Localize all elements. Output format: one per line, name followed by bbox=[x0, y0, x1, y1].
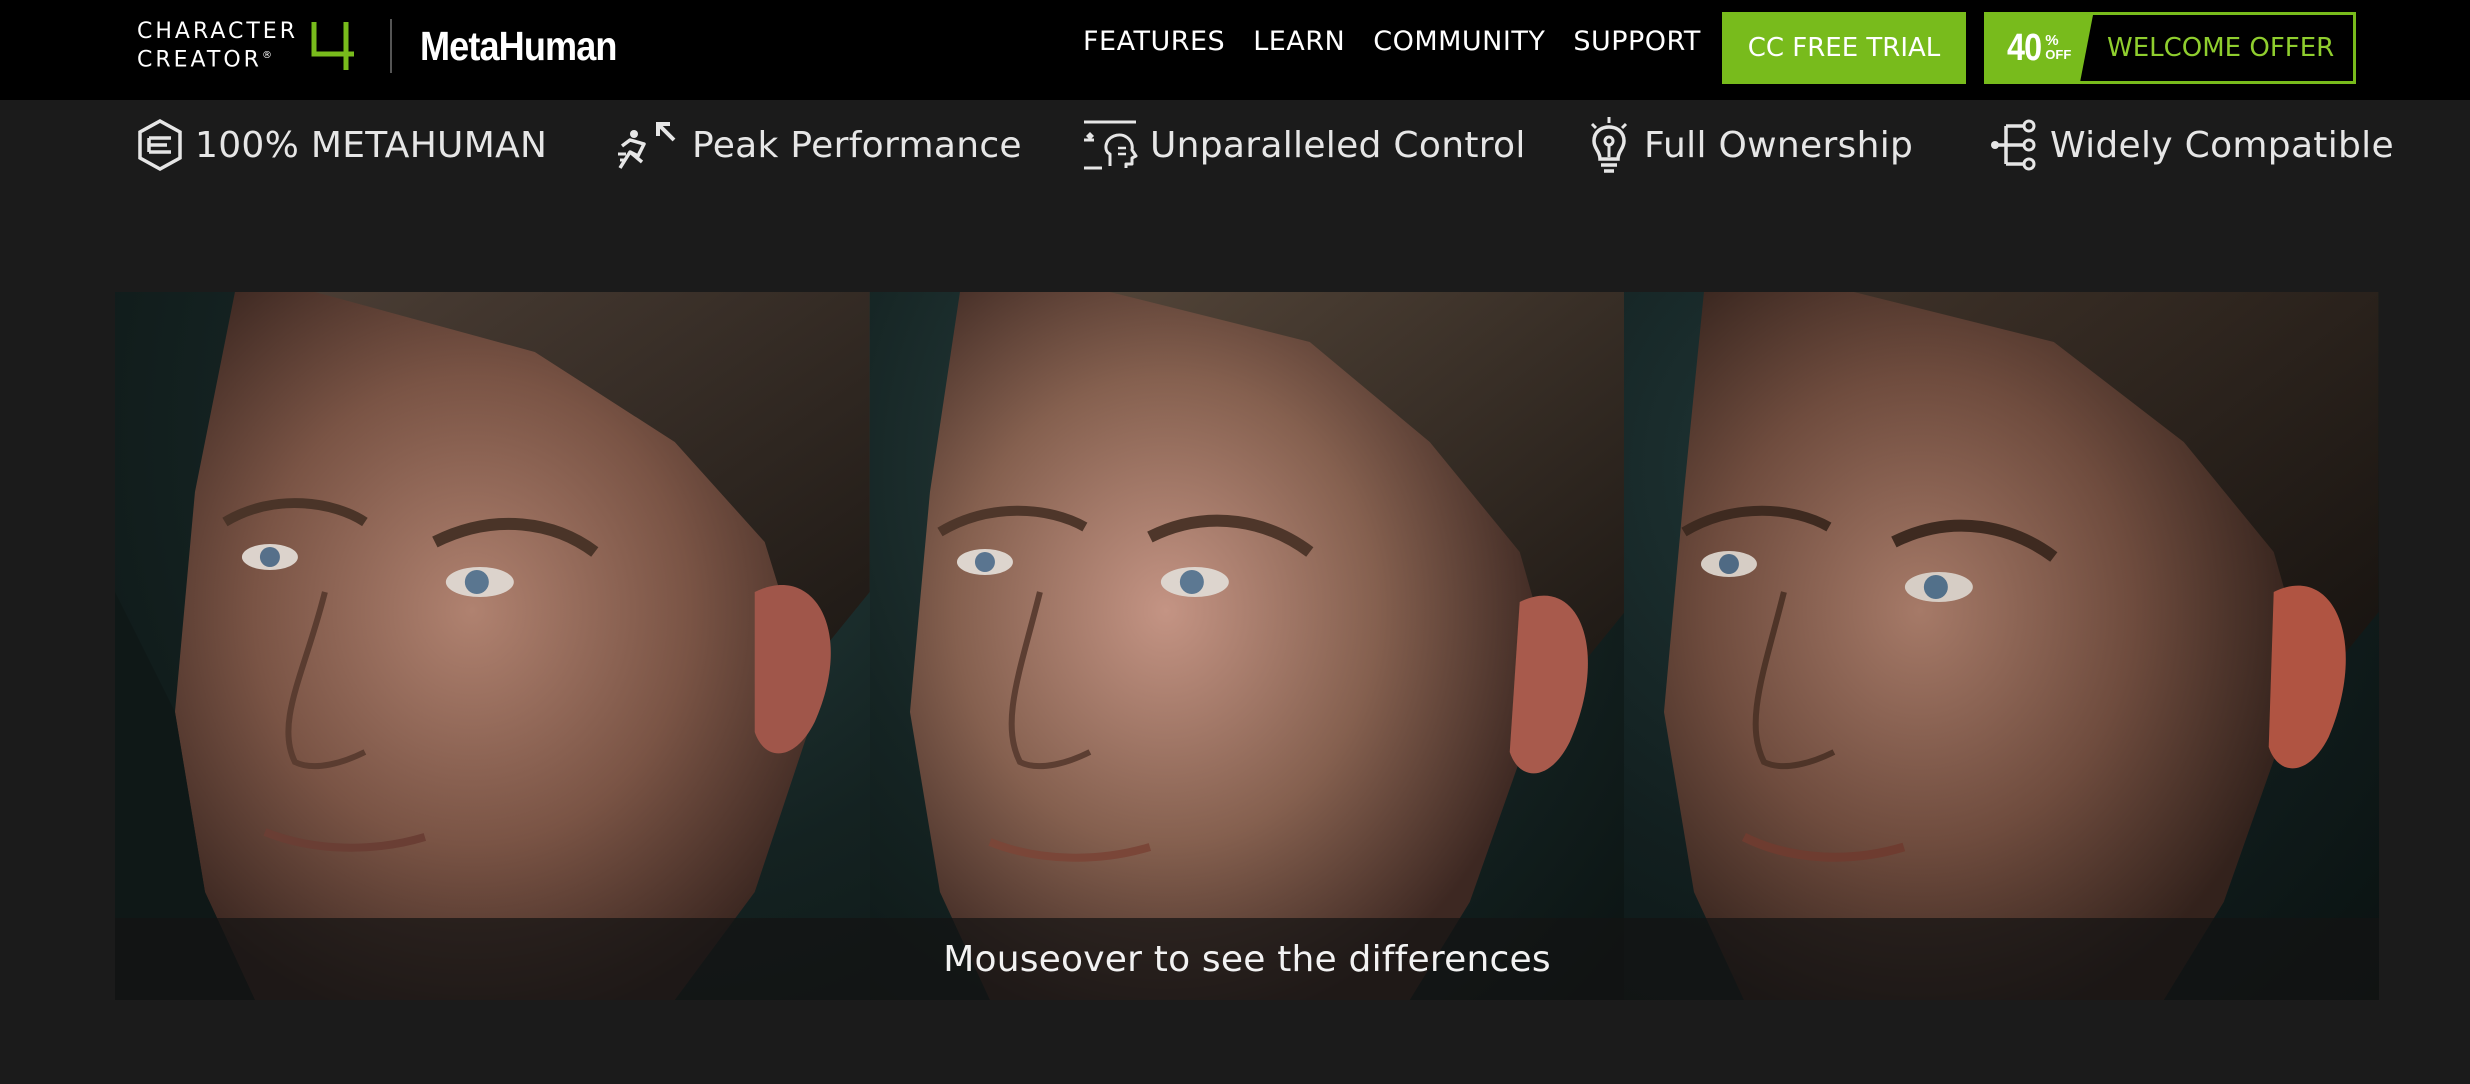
feature-metahuman[interactable]: 100% METAHUMAN bbox=[137, 110, 547, 180]
branching-icon bbox=[1991, 119, 2036, 171]
nav-community[interactable]: COMMUNITY bbox=[1373, 26, 1545, 57]
feature-widely-compatible[interactable]: Widely Compatible bbox=[1988, 110, 2394, 180]
feature-strip: 100% METAHUMAN Peak Performance Unparall… bbox=[0, 110, 2470, 180]
metahuman-icon bbox=[138, 119, 182, 171]
logo-line-2: CREATOR bbox=[137, 47, 262, 73]
metahuman-logo-text: MetaHuman bbox=[420, 22, 617, 69]
feature-label: Full Ownership bbox=[1644, 124, 1914, 166]
feature-full-ownership[interactable]: Full Ownership bbox=[1586, 110, 1913, 180]
welcome-offer-button[interactable]: 40 % OFF WELCOME OFFER bbox=[1984, 12, 2356, 84]
face-comparison-slider[interactable]: Mouseover to see the differences bbox=[115, 292, 2379, 1000]
discount-percent: % bbox=[2045, 32, 2059, 49]
logo-wordmark: CHARACTER CREATOR® bbox=[137, 18, 298, 73]
nav-features[interactable]: FEATURES bbox=[1083, 26, 1225, 57]
character-creator-logo[interactable]: CHARACTER CREATOR® MetaHuman bbox=[137, 16, 643, 76]
nav-learn[interactable]: LEARN bbox=[1253, 26, 1345, 57]
discount-number: 40 bbox=[2007, 26, 2042, 69]
version-four-icon bbox=[311, 22, 354, 70]
main-nav: FEATURES LEARN COMMUNITY SUPPORT bbox=[1083, 26, 1701, 57]
welcome-offer-label: WELCOME OFFER bbox=[2107, 33, 2335, 63]
logo-line-1: CHARACTER bbox=[137, 18, 298, 44]
comparison-panel-left[interactable] bbox=[115, 292, 870, 1000]
nav-support[interactable]: SUPPORT bbox=[1573, 26, 1701, 57]
feature-label: Unparalleled Control bbox=[1150, 124, 1526, 166]
comparison-caption-bar: Mouseover to see the differences bbox=[115, 918, 2379, 1000]
face-render-image bbox=[115, 292, 870, 1000]
comparison-caption: Mouseover to see the differences bbox=[943, 938, 1551, 980]
feature-label: Widely Compatible bbox=[2050, 124, 2394, 166]
logo-divider bbox=[390, 19, 392, 73]
performance-runner-icon bbox=[618, 122, 676, 169]
top-navigation-bar: CHARACTER CREATOR® MetaHuman FEATURES LE… bbox=[0, 0, 2470, 100]
feature-peak-performance[interactable]: Peak Performance bbox=[614, 110, 1022, 180]
control-face-icon bbox=[1084, 120, 1138, 170]
comparison-panel-middle[interactable] bbox=[869, 292, 1625, 1000]
face-render-image bbox=[909, 292, 1625, 1000]
feature-unparalleled-control[interactable]: Unparalleled Control bbox=[1082, 110, 1526, 180]
discount-badge: 40 % OFF bbox=[1987, 15, 2093, 81]
free-trial-button[interactable]: CC FREE TRIAL bbox=[1722, 12, 1966, 84]
face-render-image bbox=[1664, 292, 2379, 1000]
feature-label: 100% METAHUMAN bbox=[195, 124, 548, 166]
discount-off: OFF bbox=[2045, 47, 2072, 62]
registered-mark: ® bbox=[261, 49, 272, 61]
lightbulb-icon bbox=[1590, 117, 1628, 173]
feature-label: Peak Performance bbox=[692, 124, 1022, 166]
comparison-panel-right[interactable] bbox=[1624, 292, 2379, 1000]
